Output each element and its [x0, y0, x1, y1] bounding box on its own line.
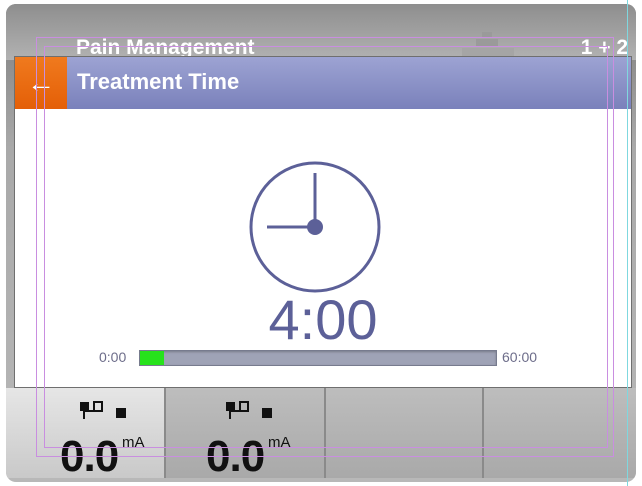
channel-2-button[interactable]: 0.0 mA: [166, 388, 326, 481]
electrode-pair-icon: [226, 401, 272, 419]
channel-1-value: 0.0: [60, 432, 119, 481]
treatment-time-dialog: ← Treatment Time 4:00 0:00 60:00: [14, 56, 632, 388]
channel-1-button[interactable]: 0.0 mA: [6, 388, 166, 481]
channel-2-value: 0.0: [206, 432, 265, 481]
dialog-title: Treatment Time: [77, 69, 240, 94]
time-slider-fill: [140, 351, 164, 365]
channel-3-button[interactable]: [326, 388, 484, 478]
channel-2-unit: mA: [268, 434, 291, 451]
device-screen: Pain Management 1 + 2 ← Treatment Time 4…: [6, 4, 636, 482]
dialog-header: ← Treatment Time: [15, 57, 631, 109]
electrode-pair-icon: [80, 401, 126, 419]
back-arrow-icon: ←: [27, 67, 55, 98]
back-button[interactable]: ←: [15, 57, 67, 109]
range-max-label: 60:00: [502, 349, 538, 365]
time-slider[interactable]: [139, 350, 497, 366]
channel-1-unit: mA: [122, 434, 145, 451]
stopped-square-icon: [116, 408, 126, 418]
channel-bar: 0.0 mA 0.0 mA: [6, 388, 636, 482]
stopped-square-icon: [262, 408, 272, 418]
channel-4-button[interactable]: [484, 388, 636, 478]
clock-icon: [249, 161, 381, 293]
range-min-label: 0:00: [99, 349, 127, 365]
time-display: 4:00: [268, 288, 378, 351]
